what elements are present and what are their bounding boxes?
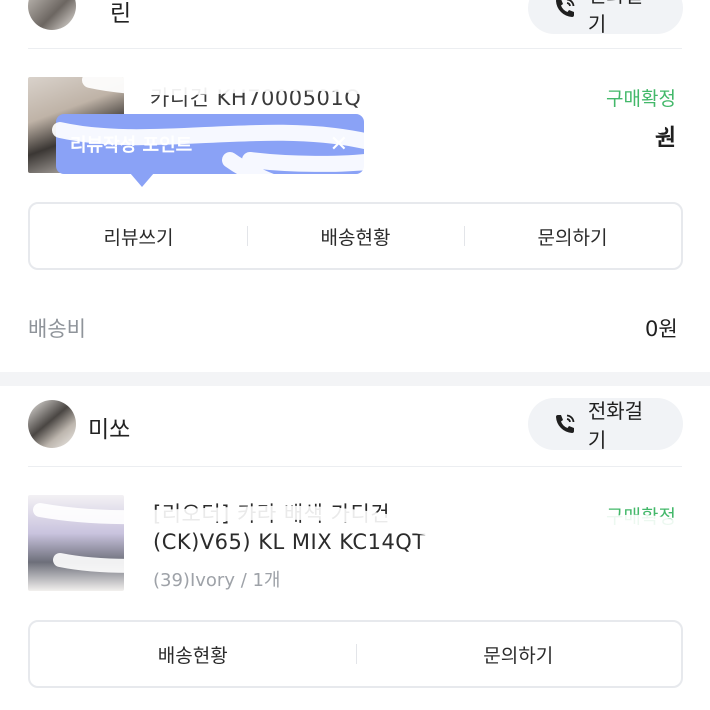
- order-status: 구매확정: [606, 88, 676, 110]
- shop-name[interactable]: 미쏘: [88, 410, 130, 444]
- shipping-fee-value: 0원: [645, 317, 678, 341]
- product-title-line1[interactable]: [리오더] 카라 배색 가디건: [153, 498, 390, 528]
- phone-call-icon: [552, 0, 578, 21]
- header-divider: [28, 48, 682, 49]
- order-actions: 배송현황 문의하기: [28, 620, 683, 688]
- tooltip-tail: [130, 173, 154, 187]
- product-title-line2[interactable]: (CK)V65) KL MIX KC14QT: [153, 530, 426, 554]
- review-point-tooltip[interactable]: 리뷰작성 포인트 ✕: [56, 114, 364, 174]
- product-option: (39)Ivory / 1개: [153, 570, 281, 591]
- shipping-fee-label: 배송비: [28, 317, 86, 341]
- call-button[interactable]: 전화걸기: [528, 398, 683, 452]
- product-thumbnail[interactable]: [28, 495, 124, 591]
- section-separator: [0, 372, 710, 386]
- product-price: 원: [655, 125, 677, 151]
- shop-name[interactable]: 린: [110, 0, 131, 28]
- header-divider: [28, 466, 682, 467]
- order-status: 구매확정: [606, 506, 676, 528]
- delivery-status-button[interactable]: 배송현황: [247, 204, 464, 268]
- shop-avatar[interactable]: [28, 0, 76, 30]
- product-title[interactable]: 카디건 KH7000501Q: [150, 82, 361, 112]
- call-button-label: 전화걸기: [587, 0, 643, 36]
- write-review-button[interactable]: 리뷰쓰기: [30, 204, 247, 268]
- call-button-label: 전화걸기: [587, 399, 644, 452]
- delivery-status-button[interactable]: 배송현황: [30, 622, 356, 686]
- order-actions: 리뷰쓰기 배송현황 문의하기: [28, 202, 683, 270]
- phone-call-icon: [552, 411, 578, 437]
- review-tooltip-text: 리뷰작성 포인트: [70, 135, 193, 156]
- shop-avatar[interactable]: [28, 400, 76, 448]
- inquiry-button[interactable]: 문의하기: [355, 622, 682, 686]
- inquiry-button[interactable]: 문의하기: [464, 204, 681, 268]
- close-icon[interactable]: ✕: [330, 132, 348, 157]
- call-button[interactable]: 전화걸기: [528, 0, 683, 36]
